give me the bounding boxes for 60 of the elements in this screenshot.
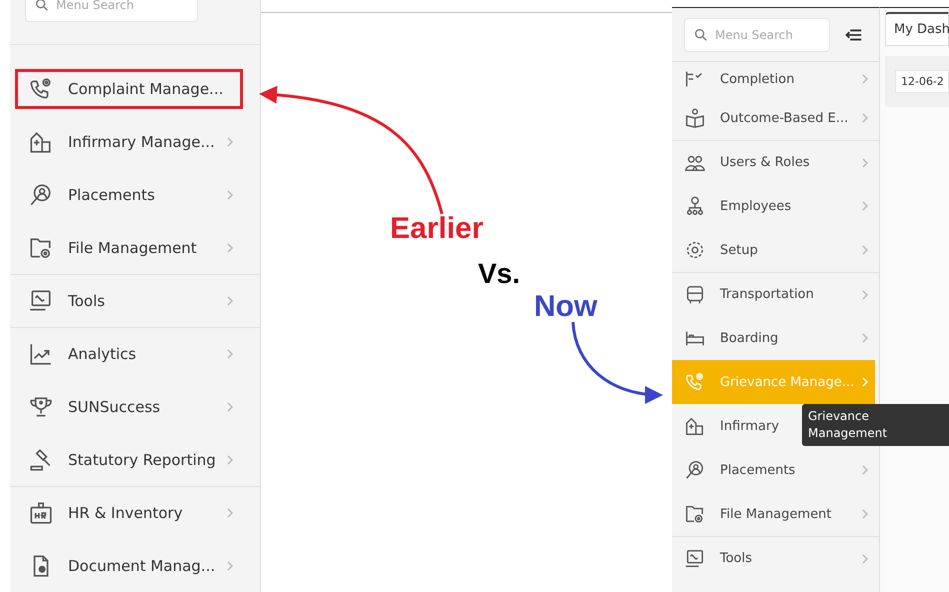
id-badge-icon [28,500,54,526]
chevron-icon [226,348,234,360]
date-field[interactable]: 12-06-2 [895,70,949,93]
open-book-icon [684,107,706,129]
chevron-icon [861,73,869,85]
tooltip: Grievance Management [802,404,949,446]
chevron-icon [226,295,234,307]
menu-item[interactable]: HR & Inventory [15,493,243,533]
search-icon [34,0,50,13]
menu-item[interactable]: Placements [15,174,243,214]
menu-item[interactable]: Document Manag... [15,546,243,586]
menu-item[interactable]: Placements [672,448,875,492]
chevron-icon [226,136,234,148]
chevron-icon [861,332,869,344]
menu-item[interactable]: Tools [15,281,243,321]
folder-gear-icon [684,503,706,525]
menu-item[interactable]: Setup [672,228,875,272]
annotation-label: Now [534,290,598,324]
chevron-icon [861,508,869,520]
annotation-label: Vs. [478,258,520,290]
org-chart-icon [684,195,706,217]
chevron-icon [226,188,234,200]
search-icon [693,26,709,42]
menu-item[interactable]: Users & Roles [672,140,875,184]
chevron-icon [861,156,869,168]
menu-item[interactable]: Complaint Manage... [15,68,243,108]
menu-item[interactable]: Boarding [672,316,875,360]
chevron-icon [861,200,869,212]
menu-item[interactable]: Tools [672,536,875,580]
bus-icon [684,284,706,306]
chevron-icon [226,560,234,572]
chevron-icon [226,507,234,519]
search-field[interactable]: Menu Search [684,18,830,52]
person-search-icon [684,459,706,481]
chevron-icon [861,464,869,476]
menu-item[interactable]: File Management [15,228,243,268]
search-field[interactable]: Menu Search [25,0,198,22]
menu-item[interactable]: Outcome-Based E... [672,96,875,140]
menu-item[interactable]: SUNSuccess [15,386,243,426]
menu-item[interactable]: Analytics [15,334,243,374]
menu-item[interactable]: Employees [672,184,875,228]
phone-gear-icon [684,371,706,393]
chevron-icon [226,400,234,412]
hospital-icon [684,415,706,437]
chevron-icon [861,244,869,256]
chevron-icon [861,112,869,124]
tab[interactable]: My Dash [885,12,949,46]
menu-item[interactable]: Transportation [672,272,875,316]
gear-icon [684,239,706,261]
chevron-icon [226,242,234,254]
menu-item[interactable]: Statutory Reporting [15,440,243,480]
chevron-icon [861,376,869,388]
chevron-icon [861,288,869,300]
chevron-icon [226,454,234,466]
menu-item[interactable]: File Management [672,492,875,536]
annotation-label: Earlier [390,212,484,246]
monitor-wrench-icon [684,548,706,570]
menu-item[interactable]: Completion [672,62,875,96]
chevron-icon [861,552,869,564]
menu-item[interactable]: Infirmary Manage... [15,122,243,162]
